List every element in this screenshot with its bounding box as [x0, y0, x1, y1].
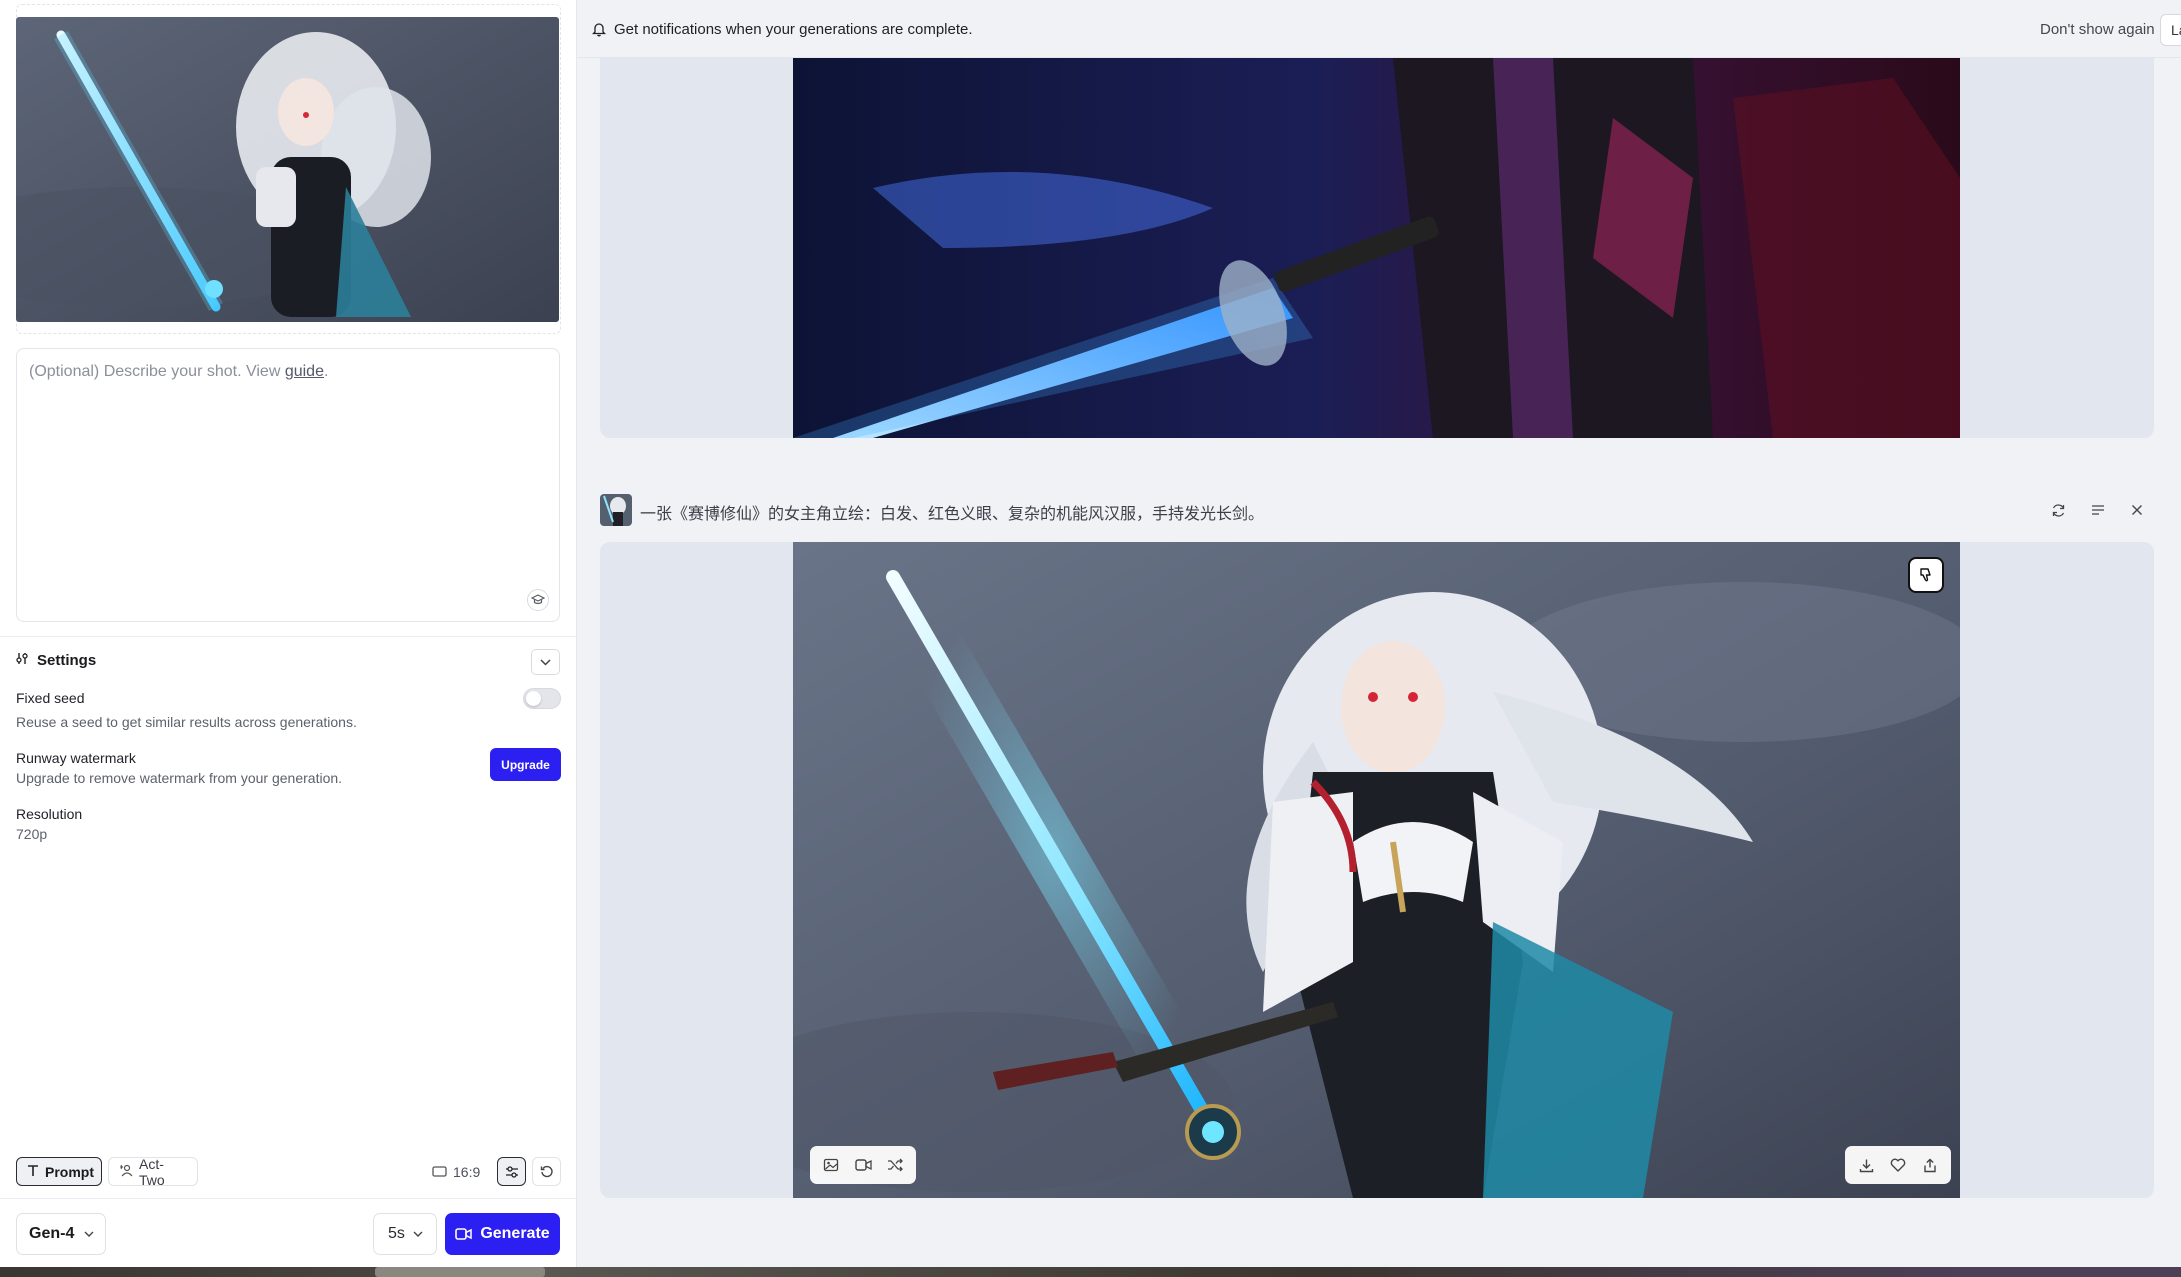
model-value: Gen-4 — [29, 1225, 75, 1242]
sliders-icon — [16, 652, 29, 669]
refresh-icon — [2052, 503, 2064, 517]
generate-button[interactable]: Generate — [445, 1213, 560, 1255]
settings-header[interactable]: Settings — [16, 652, 96, 669]
download-button[interactable] — [1855, 1154, 1877, 1176]
image-icon — [823, 1158, 839, 1172]
sliders-horizontal-icon — [505, 1165, 518, 1178]
guide-link[interactable]: guide — [285, 363, 324, 380]
task-header: 一张《赛博修仙》的女主角立绘：白发、红色义眼、复杂的机能风汉服，手持发光长剑。 — [600, 494, 2154, 526]
fixed-seed-toggle[interactable] — [523, 688, 561, 709]
notification-text: Get notifications when your generations … — [614, 21, 973, 38]
aspect-ratio-button[interactable]: 16:9 — [432, 1158, 480, 1186]
generation-art-previous — [793, 58, 1960, 438]
settings-collapse-button[interactable] — [531, 649, 560, 675]
share-icon — [1924, 1158, 1936, 1172]
video-camera-icon — [854, 1159, 872, 1171]
horizontal-scrollbar[interactable] — [375, 1267, 545, 1277]
download-icon — [1859, 1159, 1873, 1172]
mode-prompt-label: Prompt — [45, 1163, 94, 1180]
media-actions-toolbar — [810, 1146, 916, 1184]
reference-image[interactable] — [16, 17, 559, 322]
advanced-settings-button[interactable] — [497, 1157, 526, 1186]
regenerate-button[interactable] — [2042, 494, 2074, 526]
fixed-seed-label: Fixed seed — [16, 690, 85, 706]
remix-button[interactable] — [884, 1154, 906, 1176]
close-task-button[interactable] — [2121, 494, 2153, 526]
use-as-image-button[interactable] — [820, 1154, 842, 1176]
dont-show-again-button[interactable]: Don't show again — [2040, 21, 2155, 38]
reset-button[interactable] — [532, 1157, 561, 1186]
graduation-cap-icon[interactable] — [527, 589, 549, 611]
thumbs-down-icon — [1920, 568, 1931, 582]
later-button[interactable]: La — [2160, 14, 2181, 46]
duration-value: 5s — [388, 1225, 405, 1242]
resolution-value: 720p — [16, 826, 48, 842]
mode-act-two-label: Act-Two — [139, 1155, 165, 1188]
left-panel: (Optional) Describe your shot. View guid… — [0, 0, 577, 1267]
chevron-down-icon — [413, 1231, 423, 1237]
heart-icon — [1890, 1158, 1906, 1172]
share-button[interactable] — [1919, 1154, 1941, 1176]
fixed-seed-desc: Reuse a seed to get similar results acro… — [16, 714, 357, 730]
bell-icon — [591, 21, 607, 42]
resolution-label: Resolution — [16, 806, 83, 822]
task-thumbnail[interactable] — [600, 494, 632, 526]
use-as-video-button[interactable] — [852, 1154, 874, 1176]
output-actions-toolbar — [1845, 1146, 1951, 1184]
mode-act-two-button[interactable]: Act-Two — [108, 1155, 198, 1188]
divider — [0, 636, 577, 637]
close-icon — [2132, 505, 2142, 515]
watermark-label: Runway watermark — [16, 750, 136, 766]
settings-title: Settings — [37, 652, 97, 669]
reference-image-art — [16, 17, 559, 322]
chevron-down-icon — [540, 658, 551, 666]
thumbs-down-button[interactable] — [1908, 557, 1944, 593]
divider — [0, 1198, 577, 1199]
text-t-icon — [27, 1164, 39, 1180]
upgrade-button[interactable]: Upgrade — [490, 748, 561, 781]
generation-output-image[interactable] — [793, 542, 1960, 1198]
toggle-knob — [526, 691, 541, 706]
aspect-ratio-icon — [432, 1164, 447, 1180]
sparkle-person-icon — [119, 1163, 133, 1180]
reset-icon — [540, 1165, 553, 1177]
taskbar-strip — [0, 1267, 2181, 1277]
generation-output-image-previous[interactable] — [793, 58, 1960, 438]
aspect-ratio-value: 16:9 — [453, 1164, 481, 1180]
favorite-button[interactable] — [1887, 1154, 1909, 1176]
task-prompt-text: 一张《赛博修仙》的女主角立绘：白发、红色义眼、复杂的机能风汉服，手持发光长剑。 — [640, 504, 1265, 523]
notification-banner: Get notifications when your generations … — [578, 0, 2181, 58]
details-button[interactable] — [2082, 494, 2114, 526]
video-camera-icon — [455, 1228, 473, 1240]
prompt-placeholder: (Optional) Describe your shot. View guid… — [29, 363, 329, 380]
shuffle-icon — [888, 1158, 903, 1172]
generate-label: Generate — [480, 1225, 550, 1242]
text-align-icon — [2092, 505, 2104, 515]
mode-prompt-button[interactable]: Prompt — [16, 1157, 102, 1186]
prompt-textarea[interactable]: (Optional) Describe your shot. View guid… — [16, 348, 560, 622]
generation-art — [793, 542, 1960, 1198]
chevron-down-icon — [84, 1231, 94, 1237]
watermark-desc: Upgrade to remove watermark from your ge… — [16, 770, 343, 786]
model-select[interactable]: Gen-4 — [16, 1213, 106, 1255]
duration-select[interactable]: 5s — [373, 1213, 437, 1255]
